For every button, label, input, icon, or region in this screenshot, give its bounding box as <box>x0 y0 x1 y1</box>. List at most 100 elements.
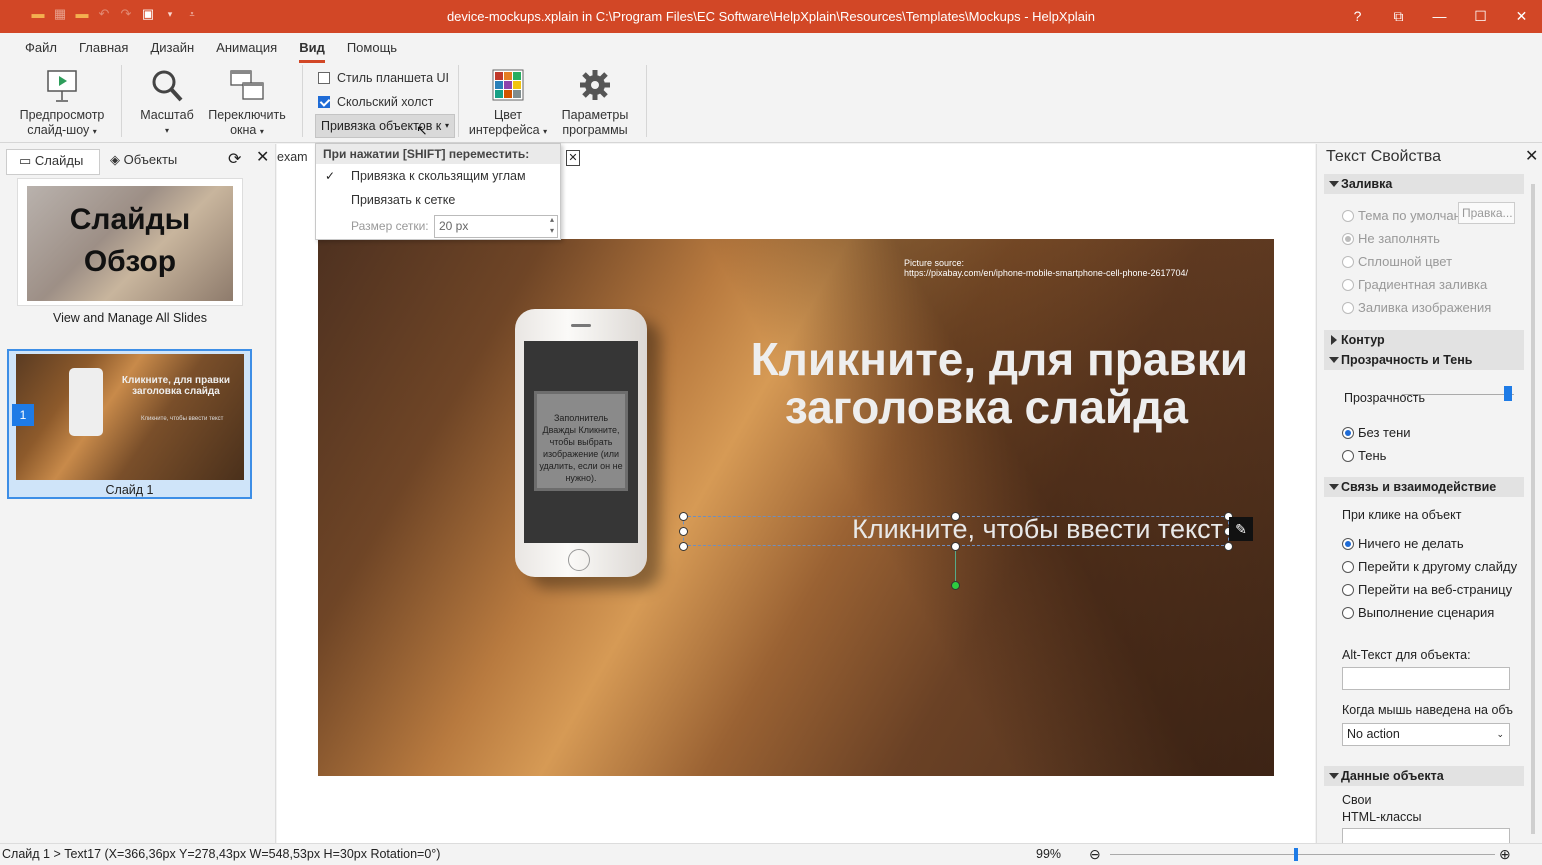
image-placeholder[interactable]: Заполнитель Дважды Кликните, чтобы выбра… <box>534 391 628 491</box>
section-object-data[interactable]: Данные объекта <box>1324 766 1524 786</box>
grid-size-input[interactable]: 20 px ▴ ▾ <box>434 215 558 238</box>
edit-fill-button[interactable]: Правка... <box>1458 202 1515 224</box>
slide-title[interactable]: Кликните, для правки заголовка слайда <box>648 335 1248 431</box>
section-contour[interactable]: Контур <box>1324 330 1524 350</box>
switch-label-2: окна <box>230 123 257 137</box>
radio-circle[interactable] <box>1342 606 1354 619</box>
transparency-slider-thumb[interactable] <box>1504 386 1512 401</box>
section-fill[interactable]: Заливка <box>1324 174 1524 194</box>
shadow-radio[interactable]: Тень <box>1342 448 1386 463</box>
restore-ribbon-button[interactable]: ⧉ <box>1378 0 1419 33</box>
zoom-button[interactable]: Масштаб ▾ <box>134 67 200 138</box>
radio-circle-checked[interactable] <box>1342 537 1354 550</box>
css-classes-input[interactable] <box>1342 828 1510 844</box>
slide-thumbnail-image: Кликните, для правки заголовка слайда Кл… <box>16 354 244 480</box>
click-script-radio[interactable]: Выполнение сценария <box>1342 605 1494 620</box>
resize-handle[interactable] <box>679 527 688 536</box>
slide-thumbnail-1[interactable]: Кликните, для правки заголовка слайда Кл… <box>7 349 252 499</box>
css-label-1: Свои <box>1342 793 1372 807</box>
thumb-title: Кликните, для правки заголовка слайда <box>121 375 231 397</box>
tablet-ui-checkbox[interactable]: Стиль планшета UI <box>318 71 449 85</box>
chevron-down-icon: ▾ <box>259 127 264 136</box>
radio-circle-checked[interactable] <box>1342 426 1354 439</box>
fill-solid-radio[interactable]: Сплошной цвет <box>1342 254 1452 269</box>
resize-handle[interactable] <box>1224 542 1233 551</box>
checkbox-box[interactable] <box>318 72 330 84</box>
snap-objects-dropdown[interactable]: Привязка объектов к ▾ ↖ <box>315 114 455 138</box>
switch-windows-button[interactable]: Переключить окна ▾ <box>205 67 289 139</box>
tab-slides[interactable]: ▭ Слайды <box>6 149 100 175</box>
tab-objects[interactable]: ◈ Объекты <box>110 149 198 175</box>
click-script-label: Выполнение сценария <box>1358 605 1495 620</box>
tab-design[interactable]: Дизайн <box>139 33 205 63</box>
minimize-button[interactable]: — <box>1419 0 1460 33</box>
close-button[interactable]: ✕ <box>1501 0 1542 33</box>
radio-circle[interactable] <box>1342 560 1354 573</box>
document-tab[interactable]: exam <box>277 150 308 164</box>
tab-file[interactable]: Файл <box>14 33 68 63</box>
maximize-button[interactable]: ☐ <box>1460 0 1501 33</box>
zoom-out-icon[interactable]: ⊖ <box>1089 844 1101 864</box>
switch-label: Переключить <box>208 108 286 122</box>
hover-action-select[interactable]: No action ⌄ <box>1342 723 1510 746</box>
phone-mockup[interactable]: Заполнитель Дважды Кликните, чтобы выбра… <box>515 309 647 577</box>
spinner-icon[interactable]: ▴ ▾ <box>550 214 554 236</box>
resize-handle[interactable] <box>951 512 960 521</box>
sliding-canvas-checkbox[interactable]: Скольский холст <box>318 95 433 109</box>
alt-text-input[interactable] <box>1342 667 1510 690</box>
no-shadow-radio[interactable]: Без тени <box>1342 425 1411 440</box>
fill-gradient-radio[interactable]: Градиентная заливка <box>1342 277 1487 292</box>
close-properties-icon[interactable]: ✕ <box>1525 146 1538 166</box>
fill-solid-label: Сплошной цвет <box>1358 254 1453 269</box>
radio-circle[interactable] <box>1342 209 1354 222</box>
overview-caption: View and Manage All Slides <box>52 311 208 325</box>
transparency-slider-track[interactable] <box>1402 394 1514 395</box>
snap-grid-item[interactable]: Привязать к сетке <box>351 193 455 207</box>
program-settings-button[interactable]: Параметры программы <box>556 67 634 138</box>
zoom-in-icon[interactable]: ⊕ <box>1499 844 1511 864</box>
radio-circle[interactable] <box>1342 583 1354 596</box>
radio-circle[interactable] <box>1342 449 1354 462</box>
mouse-cursor-icon: ↖ <box>416 122 428 138</box>
picture-source[interactable]: Picture source: https://pixabay.com/en/ip… <box>904 258 1188 278</box>
click-slide-radio[interactable]: Перейти к другому слайду <box>1342 559 1517 574</box>
close-tab-icon[interactable]: ✕ <box>566 150 580 166</box>
resize-handle[interactable] <box>679 542 688 551</box>
tab-help[interactable]: Помощь <box>336 33 408 63</box>
fill-default-radio[interactable]: Тема по умолчан <box>1342 208 1461 223</box>
slide[interactable]: Picture source: https://pixabay.com/en/ip… <box>318 239 1274 776</box>
document-tab-label: exam <box>277 150 308 164</box>
radio-circle[interactable] <box>1342 301 1354 314</box>
zoom-slider-track[interactable] <box>1110 854 1495 855</box>
resize-handle[interactable] <box>679 512 688 521</box>
help-button[interactable]: ? <box>1337 0 1378 33</box>
interface-color-button[interactable]: Цвет интерфейса ▾ <box>466 67 550 139</box>
zoom-slider-thumb[interactable] <box>1294 848 1298 861</box>
radio-circle-checked[interactable] <box>1342 232 1354 245</box>
css-label-2: HTML-классы <box>1342 810 1422 824</box>
close-panel-icon[interactable]: ✕ <box>256 147 269 167</box>
grid-size-value: 20 px <box>439 219 469 233</box>
tab-home[interactable]: Главная <box>68 33 139 63</box>
ribbon-separator <box>458 65 459 137</box>
click-nothing-radio[interactable]: Ничего не делать <box>1342 536 1464 551</box>
section-link[interactable]: Связь и взаимодействие <box>1324 477 1524 497</box>
resize-handle[interactable] <box>951 542 960 551</box>
radio-circle[interactable] <box>1342 278 1354 291</box>
fill-none-radio[interactable]: Не заполнять <box>1342 231 1440 246</box>
radio-circle[interactable] <box>1342 255 1354 268</box>
slideshow-preview-button[interactable]: Предпросмотр слайд-шоу ▾ <box>18 67 106 139</box>
tab-animation[interactable]: Анимация <box>205 33 288 63</box>
click-action-label: При клике на объект <box>1342 508 1462 522</box>
section-transparency[interactable]: Прозрачность и Тень <box>1324 350 1524 370</box>
checkbox-box-checked[interactable] <box>318 96 330 108</box>
click-web-radio[interactable]: Перейти на веб-страницу <box>1342 582 1512 597</box>
refresh-icon[interactable]: ⟳ <box>228 149 241 169</box>
fill-image-radio[interactable]: Заливка изображения <box>1342 300 1491 315</box>
overview-thumbnail[interactable]: Слайды Обзор <box>17 178 243 306</box>
tab-view[interactable]: Вид <box>288 33 336 63</box>
snap-corners-item[interactable]: Привязка к скользящим углам <box>351 169 526 183</box>
rotation-handle[interactable] <box>951 581 960 590</box>
properties-scrollbar[interactable] <box>1531 184 1535 834</box>
edit-text-button[interactable]: ✎ <box>1229 517 1253 541</box>
